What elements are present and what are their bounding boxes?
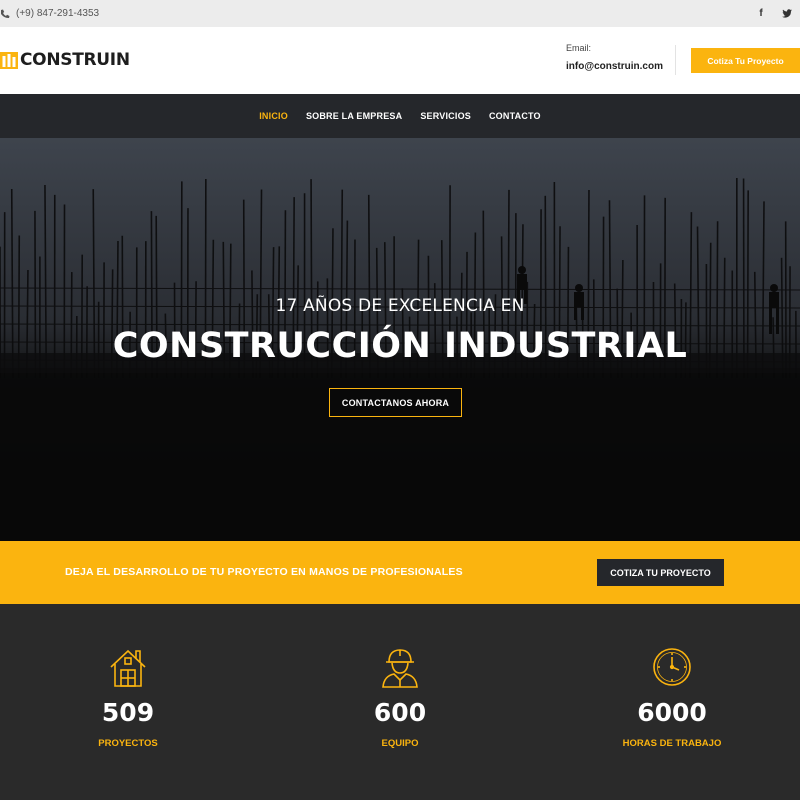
facebook-icon[interactable]: f [748, 0, 774, 27]
contact-now-button[interactable]: CONTACTANOS AHORA [329, 388, 462, 417]
stat-horas: 6000 HORAS DE TRABAJO [572, 604, 772, 800]
cta-banner: DEJA EL DESARROLLO DE TU PROYECTO EN MAN… [0, 541, 800, 604]
twitter-icon[interactable] [774, 0, 800, 27]
stat-equipo: 600 EQUIPO [300, 604, 500, 800]
hero-title: CONSTRUCCIÓN INDUSTRIAL [112, 326, 688, 366]
header-divider [675, 45, 676, 75]
hero-subtitle: 17 AÑOS DE EXCELENCIA EN [275, 296, 525, 316]
social-links: f [748, 0, 800, 27]
stat-label: EQUIPO [381, 738, 419, 749]
logo-text: CONSTRUIN [20, 50, 130, 70]
clock-icon [653, 648, 691, 686]
stat-value: 6000 [637, 698, 707, 727]
logo-building-icon [0, 52, 18, 69]
main-nav: INICIO SOBRE LA EMPRESA SERVICIOS CONTAC… [0, 94, 800, 138]
banner-text: DEJA EL DESARROLLO DE TU PROYECTO EN MAN… [65, 566, 463, 578]
nav-item-contacto[interactable]: CONTACTO [489, 111, 541, 121]
stat-value: 509 [101, 698, 155, 727]
top-bar: (+9) 847-291-4353 f [0, 0, 800, 27]
hero-section: 17 AÑOS DE EXCELENCIA EN CONSTRUCCIÓN IN… [0, 138, 800, 541]
stat-value: 600 [373, 698, 427, 727]
nav-item-inicio[interactable]: INICIO [259, 111, 288, 121]
phone-number: (+9) 847-291-4353 [16, 8, 100, 19]
logo[interactable]: CONSTRUIN [0, 49, 130, 71]
email-link[interactable]: info@construin.com [566, 61, 663, 72]
site-header: CONSTRUIN Email: info@construin.com Coti… [0, 27, 800, 94]
stat-proyectos: 509 PROYECTOS [28, 604, 228, 800]
stats-section: 509 PROYECTOS 600 EQUIPO 6000 HORAS DE T… [0, 604, 800, 800]
phone-icon [1, 9, 10, 18]
nav-item-servicios[interactable]: SERVICIOS [420, 111, 471, 121]
stat-label: PROYECTOS [98, 738, 158, 749]
phone-contact[interactable]: (+9) 847-291-4353 [0, 0, 99, 27]
house-icon [110, 649, 146, 687]
nav-item-sobre-la-empresa[interactable]: SOBRE LA EMPRESA [306, 111, 402, 121]
email-label: Email: [566, 43, 592, 53]
email-block: Email: info@construin.com [566, 43, 663, 72]
stat-label: HORAS DE TRABAJO [622, 738, 722, 749]
quote-button[interactable]: Cotiza Tu Proyecto [691, 48, 800, 73]
worker-icon [382, 649, 418, 688]
banner-quote-button[interactable]: COTIZA TU PROYECTO [597, 559, 724, 586]
